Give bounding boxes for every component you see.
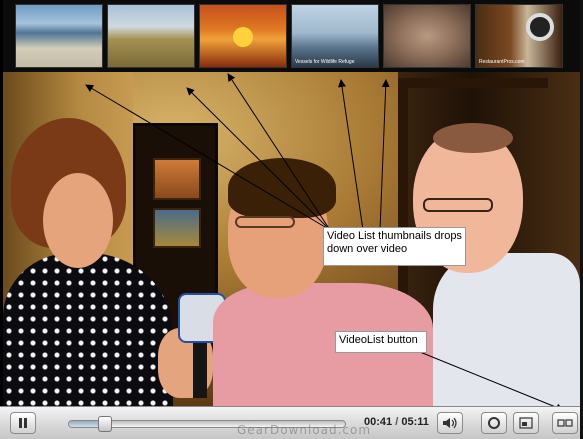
total-time: 05:11 (401, 416, 429, 428)
current-time: 00:41 (364, 416, 393, 428)
hands-thumbnail[interactable] (383, 4, 471, 68)
microphone-handle (193, 338, 207, 398)
thumbnail-caption: Vessels for Wildlife Refuge (295, 59, 355, 65)
dunes-thumbnail[interactable] (107, 4, 195, 68)
time-display: 00:41 / 05:11 (364, 416, 429, 428)
woman-dress (3, 253, 173, 408)
video-list-thumbnails: Vessels for Wildlife Refuge RestaurantPr… (3, 0, 580, 72)
window-mode-button[interactable] (513, 412, 539, 434)
woman-face (43, 173, 113, 268)
sunset-thumbnail[interactable] (199, 4, 287, 68)
replay-button[interactable] (481, 412, 507, 434)
videolist-icon (557, 419, 573, 427)
scene-poster (153, 208, 201, 248)
replay-icon (488, 417, 500, 429)
man-hair (228, 158, 336, 218)
video-player: Vessels for Wildlife Refuge RestaurantPr… (0, 0, 583, 439)
time-separator: / (395, 416, 399, 428)
volume-button[interactable] (437, 412, 463, 434)
control-bar: GearDownload.com 00:41 / 05:11 (0, 406, 583, 439)
sailing-thumbnail[interactable]: Vessels for Wildlife Refuge (291, 4, 379, 68)
thumbnails-callout: Video List thumbnails drops down over vi… (323, 227, 466, 266)
pause-icon (19, 418, 27, 428)
man-glasses (423, 198, 493, 212)
thumbnail-caption: RestaurantPros.com (479, 59, 525, 65)
man-glasses (235, 216, 295, 228)
video-frame[interactable] (3, 68, 580, 408)
volume-icon (443, 417, 457, 429)
watermark: GearDownload.com (237, 423, 372, 437)
seek-handle[interactable] (98, 416, 113, 432)
pause-button[interactable] (10, 412, 36, 434)
scene-poster (153, 158, 201, 200)
man-hair (433, 123, 513, 153)
restaurant-thumbnail[interactable]: RestaurantPros.com (475, 4, 563, 68)
beach-thumbnail[interactable] (15, 4, 103, 68)
videolist-button[interactable] (552, 412, 578, 434)
film-reel-shape (526, 13, 554, 41)
man-white-shirt (433, 253, 580, 408)
videolist-button-callout: VideoList button (335, 331, 427, 353)
window-icon (519, 417, 533, 429)
sun-shape (233, 27, 253, 47)
